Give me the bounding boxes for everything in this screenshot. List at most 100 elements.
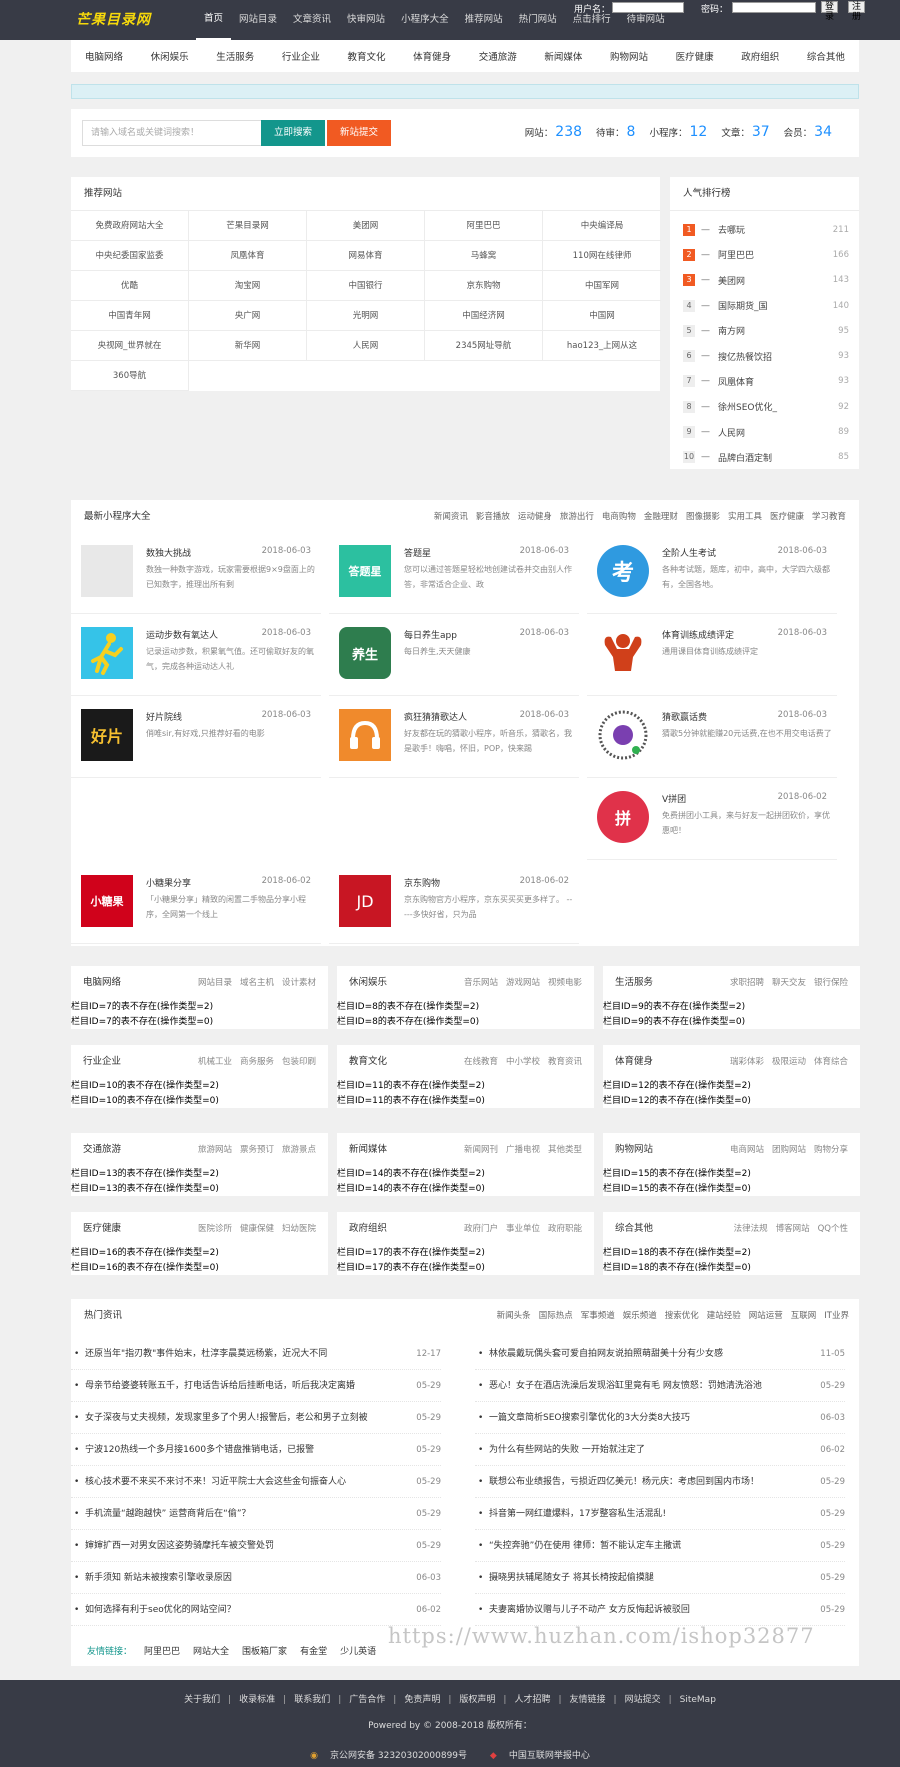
subcategory-link[interactable]: 票务预订 (240, 1145, 274, 1155)
footer-nav-link[interactable]: 免责声明 (404, 1695, 440, 1705)
mini-program-card[interactable]: 好片 好片院线 2018-06-03 俏唯sir,有好戏,只推荐好看的电影 (71, 698, 321, 778)
recommended-site-link[interactable]: 网易体育 (307, 241, 425, 271)
category-box-title[interactable]: 政府组织 (349, 1212, 387, 1246)
news-item[interactable]: • 夫妻离婚协议赠与儿子不动产 女方反悔起诉被驳回 05-29 (475, 1594, 845, 1626)
subcategory-link[interactable]: 视频电影 (548, 978, 582, 988)
subcategory-link[interactable]: 银行保险 (814, 978, 848, 988)
footer-nav-link[interactable]: SiteMap (680, 1695, 716, 1705)
recommended-site-link[interactable]: 央广网 (189, 301, 307, 331)
mini-program-card[interactable]: 体育训练成绩评定 2018-06-03 通用课目体育训练成绩评定 (587, 616, 837, 696)
news-item[interactable]: • 核心技术要不来买不来讨不来！习近平院士大会这些金句振奋人心 05-29 (71, 1466, 441, 1498)
recommended-site-link[interactable]: 中央纪委国家监委 (71, 241, 189, 271)
mini-program-title[interactable]: 答题星 (404, 546, 431, 559)
subcategory-link[interactable]: 团购网站 (772, 1145, 806, 1155)
subcategory-link[interactable]: 妇幼医院 (282, 1224, 316, 1234)
recommended-site-link[interactable]: 新华网 (189, 331, 307, 361)
subcategory-link[interactable]: 极限运动 (772, 1057, 806, 1067)
mini-program-card[interactable]: 数独大挑战 2018-06-03 数独一种数字游戏，玩家需要根据9×9盘面上的已知数… (71, 534, 321, 614)
rank-name[interactable]: 徐州SEO优化_ (718, 400, 838, 413)
mini-program-title[interactable]: 体育训练成绩评定 (662, 628, 734, 641)
news-item[interactable]: • 如何选择有利于seo优化的网站空间？ 06-02 (71, 1594, 441, 1626)
news-item[interactable]: • 林依晨戴玩偶头套可爱自拍网友说拍照萌甜美十分有少女感 11-05 (475, 1338, 845, 1370)
mini-tag-link[interactable]: 实用工具 (728, 500, 762, 534)
mini-program-card[interactable]: 猜歌赢话费 2018-06-03 猜歌5分钟就能赚20元话费,在也不用交电话费了 (587, 698, 837, 778)
rank-name[interactable]: 去哪玩 (718, 223, 833, 236)
news-title-link[interactable]: 抖音第一网红遭爆料，17岁整容私生活混乱! (489, 1498, 805, 1529)
rank-name[interactable]: 国际期货_国 (718, 299, 833, 312)
news-title-link[interactable]: 联想公布业绩报告，亏损近四亿美元！杨元庆：考虑回到国内市场！ (489, 1466, 805, 1497)
recommended-site-link[interactable]: 凤凰体育 (189, 241, 307, 271)
category-box-title[interactable]: 综合其他 (615, 1212, 653, 1246)
recommended-site-link[interactable]: 中国军网 (543, 271, 661, 301)
news-title-link[interactable]: 如何选择有利于seo优化的网站空间？ (85, 1594, 401, 1625)
recommended-site-link[interactable]: 中国银行 (307, 271, 425, 301)
news-item[interactable]: • 抖音第一网红遭爆料，17岁整容私生活混乱! 05-29 (475, 1498, 845, 1530)
nav-item[interactable]: 首页 (196, 0, 232, 40)
mini-tag-link[interactable]: 运动健身 (518, 500, 552, 534)
mini-tag-link[interactable]: 金融理财 (644, 500, 678, 534)
recommended-site-link[interactable]: 阿里巴巴 (425, 211, 543, 241)
nav-item[interactable]: 小程序大全 (393, 0, 457, 40)
news-title-link[interactable]: 女子深夜与丈夫视频，发现家里多了个男人!报警后，老公和男子立刻被 (85, 1402, 401, 1433)
friend-link[interactable]: 有金堂 (300, 1644, 327, 1657)
news-title-link[interactable]: 一篇文章简析SEO搜索引擎优化的3大分类8大技巧 (489, 1402, 805, 1433)
mini-program-title[interactable]: 疯狂猜猜歌达人 (404, 710, 467, 723)
mini-tag-link[interactable]: 图像摄影 (686, 500, 720, 534)
subcategory-link[interactable]: 设计素材 (282, 978, 316, 988)
rank-name[interactable]: 南方网 (718, 324, 838, 337)
subcategory-link[interactable]: 机械工业 (198, 1057, 232, 1067)
recommended-site-link[interactable]: 中国青年网 (71, 301, 189, 331)
recommended-site-link[interactable]: 免费政府网站大全 (71, 211, 189, 241)
category-link[interactable]: 政府组织 (741, 49, 779, 63)
exam-icon[interactable]: 考 (597, 545, 649, 597)
recommended-site-link[interactable]: 美团网 (307, 211, 425, 241)
mini-tag-link[interactable]: 旅游出行 (560, 500, 594, 534)
recommended-site-link[interactable]: hao123_上网从这 (543, 331, 661, 361)
mini-program-title[interactable]: 好片院线 (146, 710, 182, 723)
news-title-link[interactable]: 手机流量“越跑越快” 运营商背后在“偷”？ (85, 1498, 401, 1529)
recommended-site-link[interactable]: 360导航 (71, 361, 189, 391)
recommended-site-link[interactable]: 光明网 (307, 301, 425, 331)
rank-name[interactable]: 搜亿热餐饮招 (718, 350, 838, 363)
mini-program-card[interactable]: 答题星 答题星 2018-06-03 您可以通过答题星轻松地创建试卷并交由别人作答，非… (329, 534, 579, 614)
news-tag-link[interactable]: 互联网 (791, 1311, 817, 1321)
news-title-link[interactable]: 核心技术要不来买不来讨不来！习近平院士大会这些金句振奋人心 (85, 1466, 401, 1497)
news-tag-link[interactable]: 网站运营 (749, 1311, 783, 1321)
category-box-title[interactable]: 购物网站 (615, 1133, 653, 1167)
category-box-title[interactable]: 医疗健康 (83, 1212, 121, 1246)
subcategory-link[interactable]: 旅游景点 (282, 1145, 316, 1155)
footer-nav-link[interactable]: 版权声明 (459, 1695, 495, 1705)
subcategory-link[interactable]: 域名主机 (240, 978, 274, 988)
category-link[interactable]: 体育健身 (413, 49, 451, 63)
subcategory-link[interactable]: 法律法规 (734, 1224, 768, 1234)
mini-program-card[interactable]: 小糖果 小糖果分享 2018-06-02 「小糖果分享」精致的闲置二手物品分享小程序，… (71, 864, 321, 944)
news-item[interactable]: • 母亲节给婆婆转账五千，打电话告诉给后挂断电话，听后我决定离婚 05-29 (71, 1370, 441, 1402)
rank-name[interactable]: 人民网 (718, 426, 838, 439)
recommended-site-link[interactable]: 京东购物 (425, 271, 543, 301)
subcategory-link[interactable]: 中小学校 (506, 1057, 540, 1067)
footer-nav-link[interactable]: 收录标准 (239, 1695, 275, 1705)
submit-site-button[interactable]: 新站提交 (327, 120, 391, 146)
rank-name[interactable]: 阿里巴巴 (718, 248, 833, 261)
subcategory-link[interactable]: 新闻网刊 (464, 1145, 498, 1155)
beian-number[interactable]: 京公网安备 32320302000899号 (330, 1751, 467, 1761)
news-item[interactable]: • 宁波120热线一个多月接1600多个错盘推销电话，已报警 05-29 (71, 1434, 441, 1466)
ranking-item[interactable]: 4 — 国际期货_国 140 (683, 293, 849, 318)
news-title-link[interactable]: 宁波120热线一个多月接1600多个错盘推销电话，已报警 (85, 1434, 401, 1465)
news-item[interactable]: • 一篇文章简析SEO搜索引擎优化的3大分类8大技巧 06-03 (475, 1402, 845, 1434)
footer-nav-link[interactable]: 友情链接 (570, 1695, 606, 1705)
category-box-title[interactable]: 教育文化 (349, 1045, 387, 1079)
mini-program-card[interactable]: 拼 V拼团 2018-06-02 免费拼团小工具，来与好友一起拼团砍价，享优惠吧！ (587, 780, 837, 860)
news-title-link[interactable]: 摄晓男扶辅尾随女子 将其长椅按起偷摸腿 (489, 1562, 805, 1593)
footer-nav-link[interactable]: 关于我们 (184, 1695, 220, 1705)
category-link[interactable]: 休闲娱乐 (151, 49, 189, 63)
rank-name[interactable]: 凤凰体育 (718, 375, 838, 388)
category-box-title[interactable]: 交通旅游 (83, 1133, 121, 1167)
mini-tag-link[interactable]: 影音播放 (476, 500, 510, 534)
category-box-title[interactable]: 电脑网络 (83, 966, 121, 1000)
nav-item[interactable]: 网站目录 (231, 0, 285, 40)
ranking-item[interactable]: 6 — 搜亿热餐饮招 93 (683, 343, 849, 368)
friend-link[interactable]: 网站大全 (193, 1644, 229, 1657)
category-box-title[interactable]: 新闻媒体 (349, 1133, 387, 1167)
category-link[interactable]: 行业企业 (282, 49, 320, 63)
